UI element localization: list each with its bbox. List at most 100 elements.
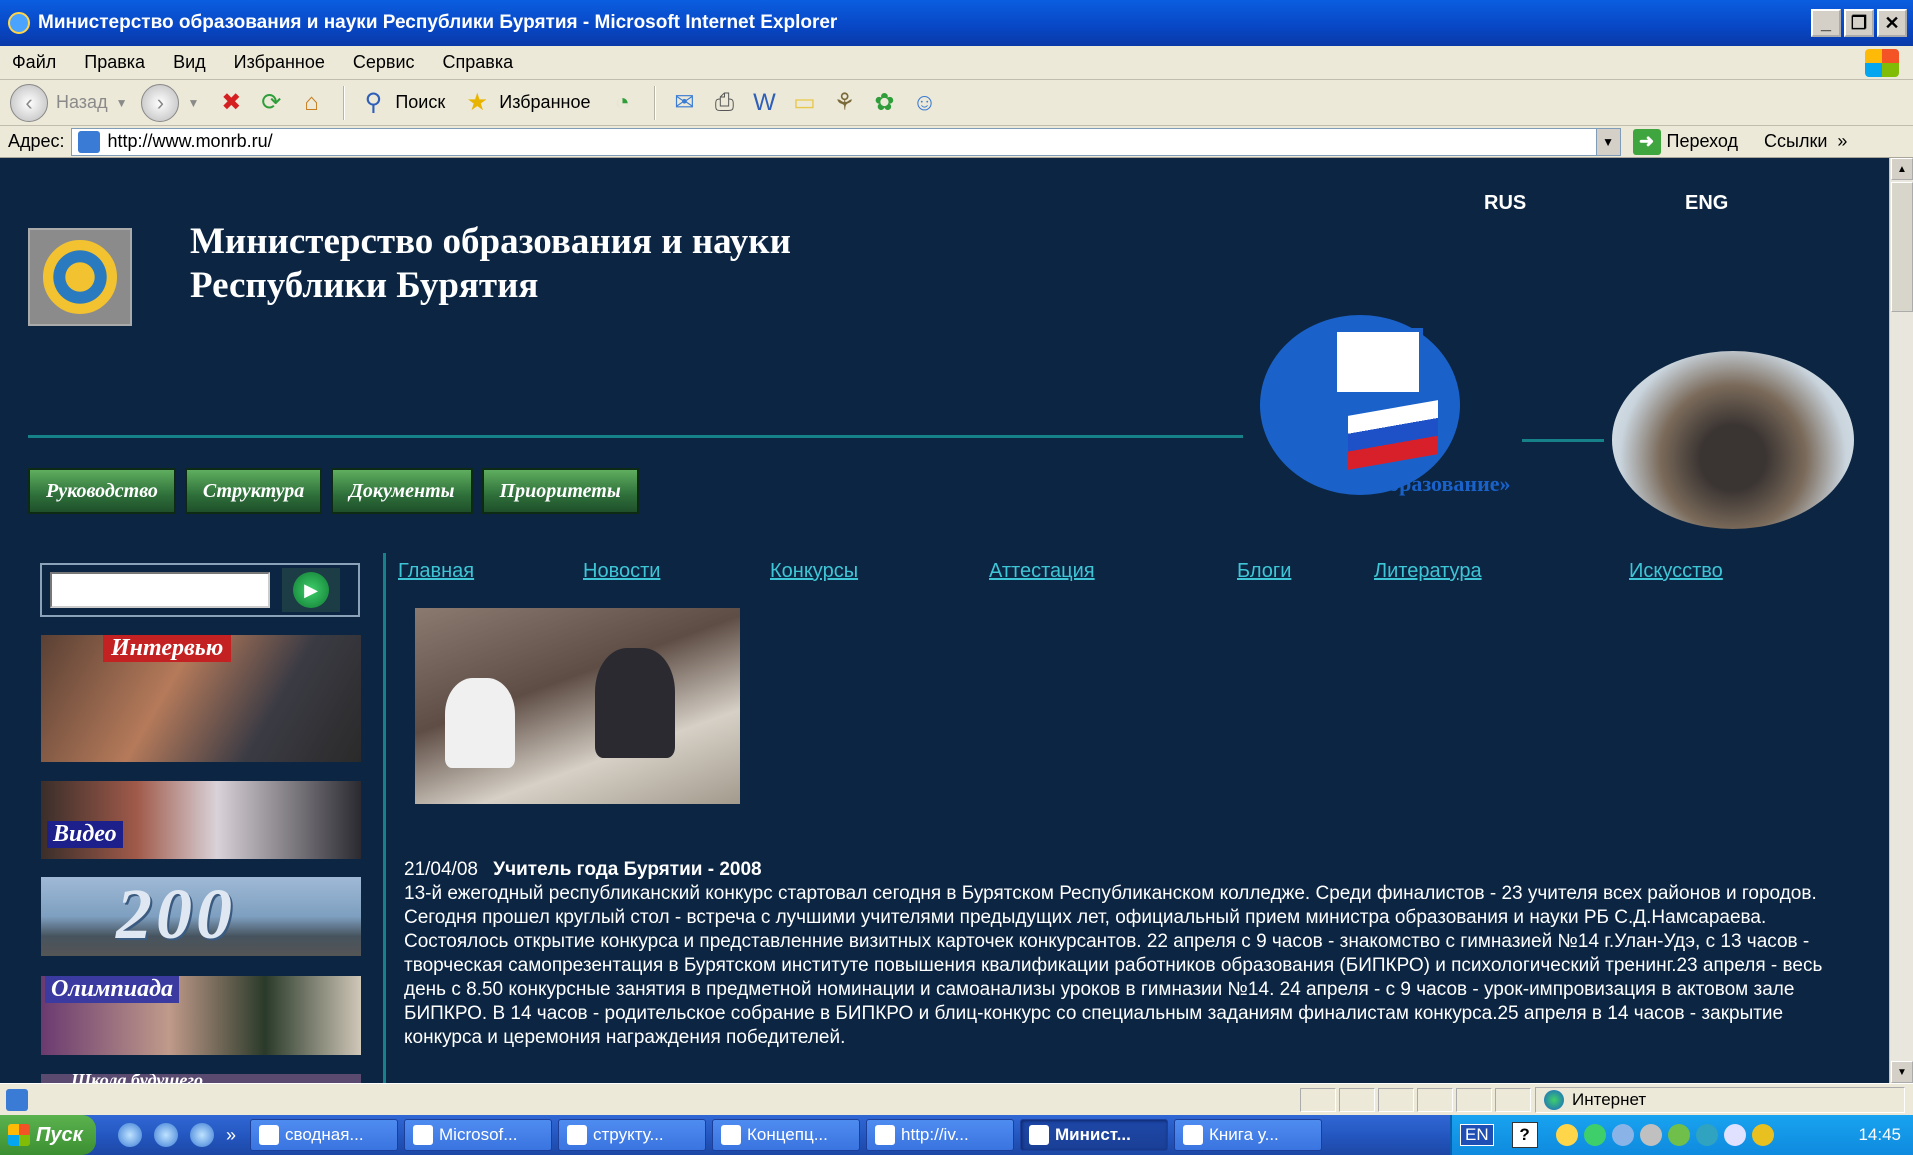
note-icon[interactable]: ▭	[786, 86, 822, 120]
links-more-icon[interactable]: »	[1837, 131, 1847, 152]
links-button[interactable]: Ссылки	[1764, 131, 1827, 152]
nav-structure-button[interactable]: Структура	[184, 468, 323, 514]
print-icon[interactable]: ⎙	[706, 86, 742, 120]
home-icon[interactable]: ⌂	[293, 86, 329, 120]
taskbar-item[interactable]: http://iv...	[866, 1119, 1015, 1151]
mail-icon[interactable]: ✉	[666, 86, 702, 120]
chevron-down-icon[interactable]: ▼	[116, 96, 128, 110]
menu-file[interactable]: Файл	[12, 52, 56, 73]
scroll-thumb[interactable]	[1891, 182, 1913, 312]
tray-disc-icon[interactable]	[1639, 1124, 1662, 1146]
site-search: ▶	[40, 563, 360, 617]
search-button[interactable]: ⚲ Поиск	[355, 86, 446, 120]
tray-icq-icon[interactable]	[1583, 1124, 1606, 1146]
tray-antivirus-icon[interactable]	[1667, 1124, 1690, 1146]
status-cell	[1456, 1088, 1492, 1112]
lang-rus-link[interactable]: RUS	[1484, 192, 1526, 215]
desktop-quicklaunch-icon[interactable]	[154, 1123, 178, 1147]
link-contests[interactable]: Конкурсы	[770, 560, 858, 583]
nav-documents-button[interactable]: Документы	[331, 468, 473, 514]
search-go-button[interactable]: ▶	[282, 568, 340, 612]
scroll-down-icon[interactable]: ▼	[1891, 1061, 1913, 1083]
site-title: Министерство образования и науки Республ…	[190, 220, 791, 308]
clock[interactable]: 14:45	[1858, 1125, 1901, 1145]
address-dropdown-icon[interactable]: ▼	[1595, 128, 1620, 155]
start-button[interactable]: Пуск	[0, 1115, 96, 1155]
taskbar-item[interactable]: Microsof...	[404, 1119, 553, 1151]
menu-tools[interactable]: Сервис	[353, 52, 415, 73]
messenger-icon[interactable]: ☺	[906, 86, 942, 120]
banner-200[interactable]: 200	[41, 877, 361, 956]
menu-favorites[interactable]: Избранное	[234, 52, 325, 73]
taskbar-item-active[interactable]: Минист...	[1020, 1119, 1169, 1151]
windows-flag-icon	[8, 1124, 30, 1146]
tray-network-icon[interactable]	[1611, 1124, 1634, 1146]
excel-icon	[1183, 1125, 1204, 1145]
banner-interview[interactable]: Интервью	[41, 635, 361, 762]
link-blogs[interactable]: Блоги	[1237, 560, 1291, 583]
stop-icon[interactable]: ✖	[213, 86, 249, 120]
address-input[interactable]	[107, 131, 1596, 152]
national-projects-logo: «Образование»	[1248, 293, 1511, 513]
menu-view[interactable]: Вид	[173, 52, 206, 73]
quicklaunch-more[interactable]: »	[226, 1125, 236, 1146]
banner-olympiad[interactable]: Олимпиада	[41, 976, 361, 1055]
search-input[interactable]	[50, 572, 270, 608]
tool-quicklaunch-icon[interactable]	[190, 1123, 214, 1147]
address-label: Адрес:	[8, 131, 65, 151]
link-art[interactable]: Искусство	[1629, 560, 1723, 583]
tray-shield-icon[interactable]	[1751, 1124, 1774, 1146]
refresh-icon[interactable]: ⟳	[253, 86, 289, 120]
toolbar-separator	[654, 85, 657, 120]
favorites-button[interactable]: ★ Избранное	[459, 86, 590, 120]
maximize-button[interactable]: ❐	[1844, 9, 1874, 37]
help-icon[interactable]: ?	[1511, 1122, 1538, 1148]
edit-word-icon[interactable]: W	[746, 86, 782, 120]
nav-leadership-button[interactable]: Руководство	[28, 468, 176, 514]
banner-200-label: 200	[116, 877, 236, 954]
link-literature[interactable]: Литература	[1374, 560, 1482, 583]
lang-eng-link[interactable]: ENG	[1685, 192, 1728, 215]
office-icon	[413, 1125, 434, 1145]
history-icon[interactable]: ◔	[604, 86, 640, 120]
scroll-up-icon[interactable]: ▲	[1891, 158, 1913, 180]
research-icon[interactable]: ⚘	[826, 86, 862, 120]
chevron-down-icon[interactable]: ▼	[187, 96, 199, 110]
ie-quicklaunch-icon[interactable]	[118, 1123, 142, 1147]
taskbar: Пуск » сводная... Microsof... структу...…	[0, 1115, 1913, 1155]
status-cell	[1339, 1088, 1375, 1112]
news-title[interactable]: Учитель года Бурятии - 2008	[493, 859, 761, 880]
taskbar-item[interactable]: структу...	[558, 1119, 707, 1151]
link-news[interactable]: Новости	[583, 560, 660, 583]
nav-priorities-button[interactable]: Приоритеты	[481, 468, 639, 514]
language-indicator[interactable]: EN	[1460, 1124, 1494, 1146]
link-home[interactable]: Главная	[398, 560, 474, 583]
tray-app-icon[interactable]	[1555, 1124, 1578, 1146]
security-zone: Интернет	[1535, 1087, 1905, 1113]
vertical-scrollbar[interactable]: ▲ ▼	[1889, 158, 1913, 1083]
taskbar-item[interactable]: сводная...	[250, 1119, 399, 1151]
menu-edit[interactable]: Правка	[84, 52, 145, 73]
close-button[interactable]: ✕	[1877, 9, 1907, 37]
icq-lite-icon[interactable]: ✿	[866, 86, 902, 120]
banner-interview-label: Интервью	[103, 635, 232, 662]
system-tray: EN ? 14:45	[1450, 1115, 1913, 1155]
photo-girl	[445, 678, 515, 768]
taskbar-item[interactable]: Концепц...	[712, 1119, 861, 1151]
go-button[interactable]: ➜ Переход	[1632, 128, 1738, 155]
excel-icon	[259, 1125, 280, 1145]
status-cell	[1378, 1088, 1414, 1112]
minimize-button[interactable]: _	[1811, 9, 1841, 37]
taskbar-item[interactable]: Книга у...	[1174, 1119, 1323, 1151]
tray-sync-icon[interactable]	[1695, 1124, 1718, 1146]
back-button[interactable]: ‹ Назад ▼	[10, 83, 128, 122]
ie-icon	[567, 1125, 588, 1145]
forward-button[interactable]: › ▼	[141, 83, 199, 122]
menu-help[interactable]: Справка	[443, 52, 514, 73]
banner-video[interactable]: Видео	[41, 781, 361, 859]
ie-icon	[721, 1125, 742, 1145]
link-attestation[interactable]: Аттестация	[989, 560, 1095, 583]
banner-future-school[interactable]: Школа будущего	[41, 1074, 361, 1083]
header-divider	[28, 435, 1243, 438]
tray-lite-icon[interactable]	[1723, 1124, 1746, 1146]
